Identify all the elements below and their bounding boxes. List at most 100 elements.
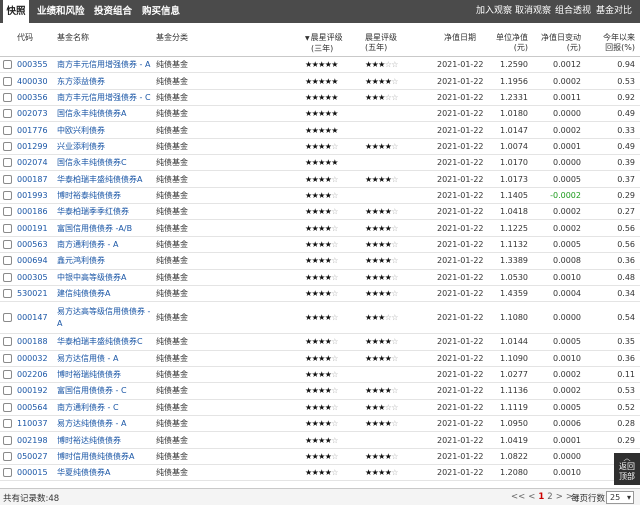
checkbox[interactable]	[3, 158, 12, 168]
fund-name-link[interactable]: 兴业添利债券	[57, 139, 153, 154]
fund-name-link[interactable]: 南方通利债券 - A	[57, 237, 153, 252]
table-row[interactable]: 000564 南方通利债券 - C 纯债基金 ★★★★ ☆ ★★★ ☆☆ 2021-01-22…	[0, 400, 640, 416]
table-row[interactable]: 000356 南方丰元信用增强债券 - C 纯债基金 ★★★★★ ★★★ ☆☆ 2021-0…	[0, 90, 640, 107]
fund-name-link[interactable]: 华泰柏瑞丰盛纯债债券C	[57, 334, 153, 349]
table-row[interactable]: 000032 易方达信用债 - A 纯债基金 ★★★★ ☆ ★★★★ ☆ 2021-01-22…	[0, 351, 640, 367]
row-checkbox[interactable]	[3, 253, 15, 268]
fund-compare-button[interactable]: 基金对比	[596, 0, 632, 23]
checkbox[interactable]	[3, 60, 12, 70]
fund-name-link[interactable]: 富国信用债债券 - C	[57, 383, 153, 398]
row-checkbox[interactable]	[3, 139, 15, 154]
fund-name-link[interactable]: 博时裕瑞纯债债券	[57, 367, 153, 382]
table-row[interactable]: 002073 国信永丰纯债债券A 纯债基金 ★★★★★ 2021-01-22 1.0180…	[0, 106, 640, 123]
checkbox[interactable]	[3, 272, 12, 282]
row-checkbox[interactable]	[3, 155, 15, 170]
fund-code-link[interactable]: 000187	[17, 171, 57, 186]
fund-name-link[interactable]: 鑫元鸿利债券	[57, 253, 153, 268]
col-daily-change[interactable]: 净值日变动 (元)	[534, 33, 581, 53]
fund-name-link[interactable]: 中欧兴利债券	[57, 122, 153, 137]
fund-name-link[interactable]: 中银中高等级债券A	[57, 270, 153, 285]
row-checkbox[interactable]	[3, 383, 15, 398]
fund-code-link[interactable]: 000186	[17, 204, 57, 219]
col-nav-date[interactable]: 净值日期	[444, 33, 476, 43]
table-row[interactable]: 000188 华泰柏瑞丰盛纯债债券C 纯债基金 ★★★★ ☆ ★★★★ ☆ 2021-01-2…	[0, 334, 640, 351]
col-category[interactable]: 基金分类	[156, 33, 188, 43]
fund-code-link[interactable]: 000564	[17, 400, 57, 415]
table-row[interactable]: 000355 南方丰元信用增强债券 - A 纯债基金 ★★★★★ ★★★ ☆☆ 2021-0…	[0, 57, 640, 74]
row-checkbox[interactable]	[3, 400, 15, 415]
fund-code-link[interactable]: 000191	[17, 221, 57, 236]
fund-code-link[interactable]: 002074	[17, 155, 57, 170]
fund-code-link[interactable]: 000192	[17, 383, 57, 398]
fund-code-link[interactable]: 001299	[17, 139, 57, 154]
row-checkbox[interactable]	[3, 270, 15, 285]
checkbox[interactable]	[3, 451, 12, 461]
fund-code-link[interactable]: 000563	[17, 237, 57, 252]
fund-code-link[interactable]: 110037	[17, 416, 57, 431]
checkbox[interactable]	[3, 337, 12, 347]
table-row[interactable]: 001993 博时裕泰纯债债券 纯债基金 ★★★★ ☆ 2021-01-22 1.1405 -…	[0, 188, 640, 205]
checkbox[interactable]	[3, 419, 12, 429]
fund-code-link[interactable]: 002198	[17, 432, 57, 447]
table-row[interactable]: 530021 建信纯债债券A 纯债基金 ★★★★ ☆ ★★★★ ☆ 2021-01-22 1.4…	[0, 286, 640, 303]
fund-code-link[interactable]: 050027	[17, 449, 57, 464]
col-ytd-return[interactable]: 今年以来 回报(%)	[590, 33, 635, 53]
table-row[interactable]: 000147 易方达高等级信用债债券 - A 纯债基金 ★★★★ ☆ ★★★ ☆☆ 2021-…	[0, 302, 640, 335]
table-row[interactable]: 000187 华泰柏瑞丰盛纯债债券A 纯债基金 ★★★★ ☆ ★★★★ ☆ 2021-01-2…	[0, 171, 640, 188]
fund-name-link[interactable]: 南方丰元信用增强债券 - C	[57, 90, 153, 105]
fund-name-link[interactable]: 易方达信用债 - A	[57, 351, 153, 366]
fund-name-link[interactable]: 易方达高等级信用债债券 - A	[57, 302, 153, 333]
table-row[interactable]: 002074 国信永丰纯债债券C 纯债基金 ★★★★★ 2021-01-22 1.0170…	[0, 155, 640, 172]
fund-code-link[interactable]: 000015	[17, 465, 57, 480]
table-row[interactable]: 000186 华泰柏瑞季季红债券 纯债基金 ★★★★ ☆ ★★★★ ☆ 2021-01-22 1…	[0, 204, 640, 221]
fund-name-link[interactable]: 国信永丰纯债债券A	[57, 106, 153, 121]
fund-name-link[interactable]: 博时裕达纯债债券	[57, 432, 153, 447]
fund-name-link[interactable]: 南方通利债券 - C	[57, 400, 153, 415]
row-checkbox[interactable]	[3, 351, 15, 366]
tab-performance-risk[interactable]: 业绩和风险	[37, 0, 85, 23]
row-checkbox[interactable]	[3, 221, 15, 236]
next-page-link[interactable]: >	[556, 492, 563, 502]
table-row[interactable]: 400030 东方添益债券 纯债基金 ★★★★★ ★★★★ ☆ 2021-01-22 1.19…	[0, 73, 640, 90]
row-checkbox[interactable]	[3, 122, 15, 137]
table-row[interactable]: 002206 博时裕瑞纯债债券 纯债基金 ★★★★ ☆ 2021-01-22 1.0277 0…	[0, 367, 640, 384]
fund-code-link[interactable]: 001993	[17, 188, 57, 203]
checkbox[interactable]	[3, 125, 12, 135]
checkbox[interactable]	[3, 92, 12, 102]
row-checkbox[interactable]	[3, 302, 15, 333]
fund-code-link[interactable]: 001776	[17, 122, 57, 137]
table-row[interactable]: 110037 易方达纯债债券 - A 纯债基金 ★★★★ ☆ ★★★★ ☆ 2021-01-2…	[0, 416, 640, 433]
fund-code-link[interactable]: 000355	[17, 57, 57, 72]
fund-name-link[interactable]: 华泰柏瑞季季红债券	[57, 204, 153, 219]
col-name[interactable]: 基金名称	[57, 33, 89, 43]
col-rating-3y[interactable]: ▼晨星评级 (三年)	[305, 33, 343, 54]
checkbox[interactable]	[3, 313, 12, 323]
tab-snapshot[interactable]: 快照	[3, 0, 29, 23]
row-checkbox[interactable]	[3, 204, 15, 219]
checkbox[interactable]	[3, 109, 12, 119]
checkbox[interactable]	[3, 353, 12, 363]
checkbox[interactable]	[3, 174, 12, 184]
checkbox[interactable]	[3, 223, 12, 233]
checkbox[interactable]	[3, 386, 12, 396]
first-page-link[interactable]: <<	[511, 492, 525, 502]
back-to-top-button[interactable]: ︿ 返回 顶部	[614, 453, 640, 485]
table-row[interactable]: 000191 富国信用债债券 -A/B 纯债基金 ★★★★ ☆ ★★★★ ☆ 2021-01-…	[0, 221, 640, 237]
col-rating-5y[interactable]: 晨星评级 (五年)	[365, 33, 397, 53]
checkbox[interactable]	[3, 435, 12, 445]
checkbox[interactable]	[3, 76, 12, 86]
fund-name-link[interactable]: 博时裕泰纯债债券	[57, 188, 153, 203]
page-2-link[interactable]: 2	[547, 492, 552, 502]
portfolio-xray-button[interactable]: 组合透视	[555, 0, 591, 23]
checkbox[interactable]	[3, 190, 12, 200]
checkbox[interactable]	[3, 402, 12, 412]
fund-name-link[interactable]: 南方丰元信用增强债券 - A	[57, 57, 153, 72]
table-row[interactable]: 001776 中欧兴利债券 纯债基金 ★★★★★ 2021-01-22 1.0147 0.0…	[0, 122, 640, 139]
fund-name-link[interactable]: 东方添益债券	[57, 73, 153, 88]
checkbox[interactable]	[3, 141, 12, 151]
remove-watch-button[interactable]: 取消观察	[515, 0, 551, 23]
table-row[interactable]: 000563 南方通利债券 - A 纯债基金 ★★★★ ☆ ★★★★ ☆ 2021-01-22…	[0, 237, 640, 254]
row-checkbox[interactable]	[3, 334, 15, 349]
add-watch-button[interactable]: 加入观察	[476, 0, 512, 23]
fund-code-link[interactable]: 000188	[17, 334, 57, 349]
